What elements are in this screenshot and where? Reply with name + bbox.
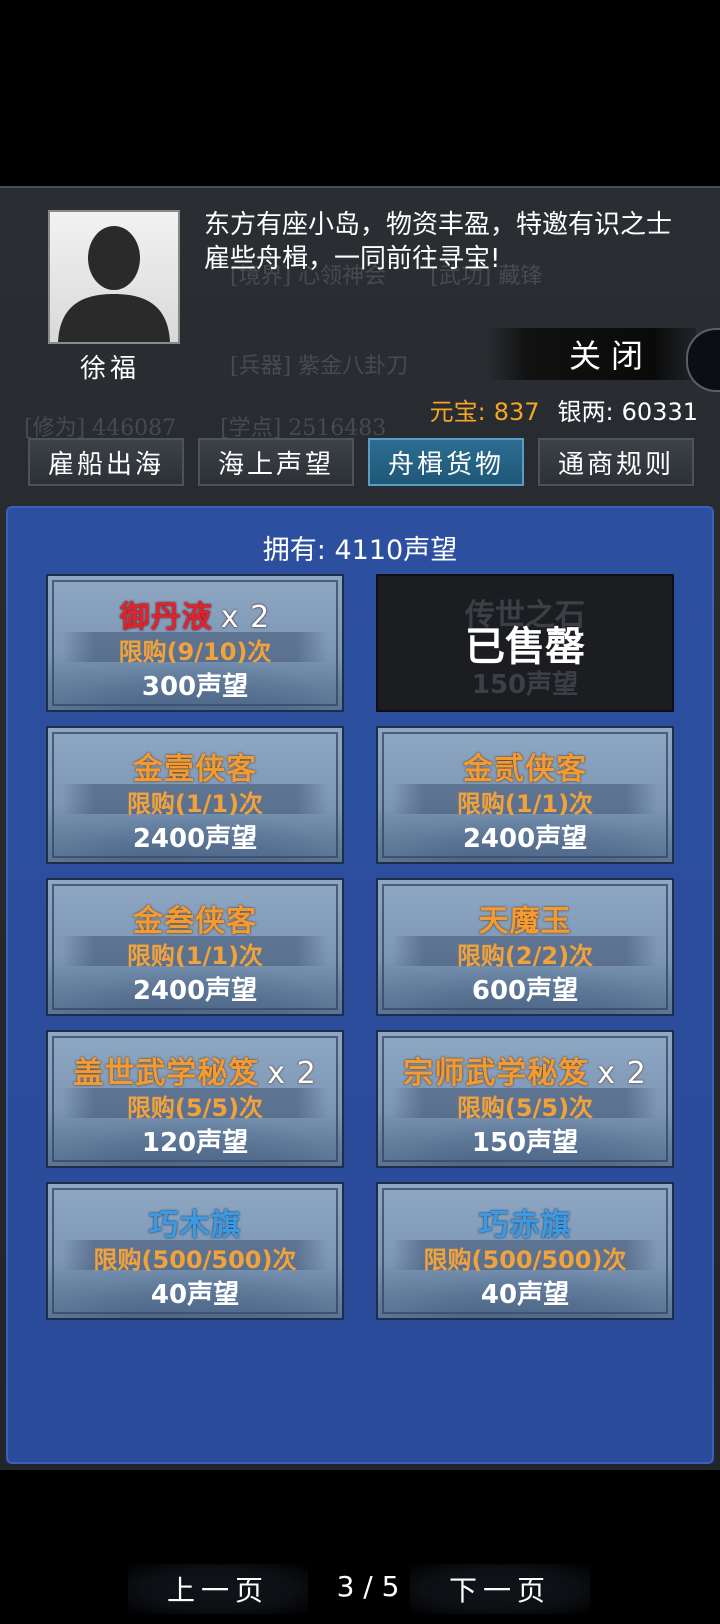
item-limit: 限购(5/5)次	[126, 1094, 264, 1122]
item-name: 金叁侠客	[133, 904, 257, 939]
silver-value: 60331	[621, 398, 698, 426]
item-price: 120声望	[141, 1128, 249, 1158]
item-limit: 限购(1/1)次	[126, 790, 264, 818]
silhouette-icon	[58, 226, 170, 342]
close-label: 关闭	[568, 337, 653, 375]
item-limit: 限购(500/500)次	[93, 1246, 297, 1274]
shop-item[interactable]: 金壹侠客 限购(1/1)次 2400声望	[46, 726, 344, 864]
shop-item[interactable]: 金叁侠客 限购(1/1)次 2400声望	[46, 878, 344, 1016]
item-price: 2400声望	[132, 824, 258, 854]
shop-item[interactable]: 巧赤旗 限购(500/500)次 40声望	[376, 1182, 674, 1320]
close-button[interactable]: 关闭	[486, 328, 696, 380]
item-price: 2400声望	[462, 824, 588, 854]
tab-hire-ship[interactable]: 雇船出海	[28, 438, 184, 486]
item-price: 150声望	[471, 1128, 579, 1158]
shop-item[interactable]: 金贰侠客 限购(1/1)次 2400声望	[376, 726, 674, 864]
navigation-bar-area	[0, 1470, 720, 1560]
npc-dialog: 东方有座小岛，物资丰盈，特邀有识之士雇些舟楫，一同前往寻宝!	[204, 210, 673, 274]
item-limit: 限购(1/1)次	[126, 942, 264, 970]
item-name: 天魔玉	[478, 904, 572, 939]
item-limit: 限购(5/5)次	[456, 1094, 594, 1122]
shop-item-soldout: 传世之石 150声望 已售罄	[376, 574, 674, 712]
npc-name: 徐福	[80, 354, 141, 384]
tab-sea-reputation[interactable]: 海上声望	[198, 438, 354, 486]
shop-item[interactable]: 天魔玉 限购(2/2)次 600声望	[376, 878, 674, 1016]
silver-label: 银两:	[557, 398, 614, 426]
pagination: 上一页 3 / 5 下一页	[8, 1564, 720, 1624]
bg-faded-text: [兵器] 紫金八卦刀	[230, 354, 409, 379]
item-name: 御丹液 x 2	[119, 600, 271, 635]
tab-ship-goods[interactable]: 舟楫货物	[368, 438, 524, 486]
status-bar-area	[0, 0, 720, 186]
page-indicator: 3 / 5	[336, 1570, 400, 1603]
yuanbao-value: 837	[493, 398, 540, 426]
item-price: 40声望	[480, 1280, 570, 1310]
yuanbao-label: 元宝:	[429, 398, 486, 426]
item-price: 40声望	[150, 1280, 240, 1310]
shop-item[interactable]: 巧木旗 限购(500/500)次 40声望	[46, 1182, 344, 1320]
shop-item[interactable]: 宗师武学秘笈 x 2 限购(5/5)次 150声望	[376, 1030, 674, 1168]
item-limit: 限购(2/2)次	[456, 942, 594, 970]
item-price: 300声望	[141, 672, 249, 702]
next-page-button[interactable]: 下一页	[410, 1564, 590, 1614]
item-name: 金壹侠客	[133, 752, 257, 787]
currency-bar: 元宝: 837 银两: 60331	[430, 392, 698, 427]
item-name: 巧赤旗	[478, 1208, 572, 1243]
item-name: 盖世武学秘笈 x 2	[73, 1056, 317, 1091]
item-name: 宗师武学秘笈 x 2	[403, 1056, 647, 1091]
merchant-panel: [境界] 心领神会 [武功] 藏锋 [兵器] 紫金八卦刀 [修为] 446087…	[0, 186, 720, 1614]
shop-item[interactable]: 盖世武学秘笈 x 2 限购(5/5)次 120声望	[46, 1030, 344, 1168]
owned-reputation: 拥有: 4110声望	[262, 535, 458, 566]
tab-trade-rules[interactable]: 通商规则	[538, 438, 694, 486]
soldout-label: 已售罄	[465, 624, 585, 670]
item-limit: 限购(1/1)次	[456, 790, 594, 818]
item-name: 巧木旗	[148, 1208, 242, 1243]
item-price: 2400声望	[132, 976, 258, 1006]
prev-page-button[interactable]: 上一页	[128, 1564, 308, 1614]
shop-panel: 拥有: 4110声望 御丹液 x 2 限购(9/10)次 300声望 传世之石 1…	[6, 506, 714, 1614]
item-name: 金贰侠客	[463, 752, 587, 787]
item-limit: 限购(500/500)次	[423, 1246, 627, 1274]
item-limit: 限购(9/10)次	[118, 638, 272, 666]
tab-bar: 雇船出海 海上声望 舟楫货物 通商规则	[28, 438, 694, 486]
item-price: 600声望	[471, 976, 579, 1006]
shop-item[interactable]: 御丹液 x 2 限购(9/10)次 300声望	[46, 574, 344, 712]
npc-portrait	[48, 210, 180, 344]
